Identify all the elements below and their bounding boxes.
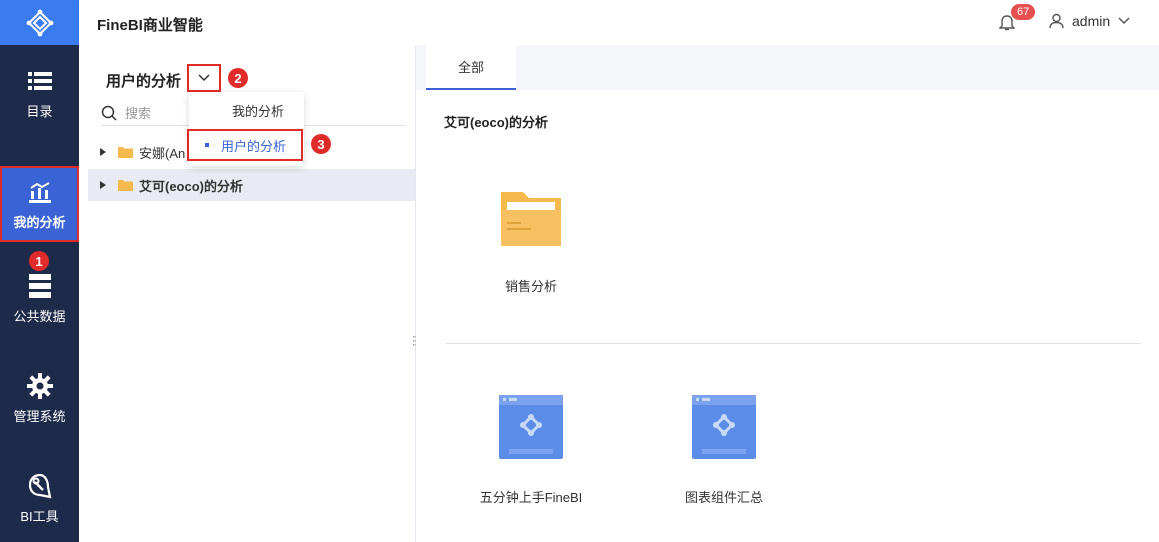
- step-marker-2: 2: [228, 68, 248, 88]
- analysis-scope-menu: 我的分析 用户的分析: [187, 92, 304, 166]
- chevron-down-icon: [198, 74, 210, 82]
- nav-item-label: BI工具: [20, 508, 59, 524]
- tree-item-label: 艾可(eoco)的分析: [139, 178, 244, 194]
- finebi-logo-icon[interactable]: [0, 0, 79, 45]
- folder-card-sales-analysis[interactable]: 销售分析: [456, 188, 606, 295]
- dashboard-card-finebi-quickstart[interactable]: 五分钟上手FineBI: [456, 395, 606, 506]
- list-icon: [27, 67, 52, 95]
- database-icon: [28, 272, 51, 300]
- analysis-chart-icon: [28, 178, 52, 206]
- panel-title: 用户的分析: [106, 73, 182, 90]
- nav-item-label: 管理系统: [13, 408, 66, 424]
- card-label: 销售分析: [504, 279, 557, 294]
- tree-item-label: 安娜(An: [139, 145, 186, 161]
- left-nav: 目录 我的分析 公共数据 管理系统 BI工具: [0, 0, 79, 542]
- section-title: 艾可(eoco)的分析: [444, 115, 549, 130]
- nav-item-public-data[interactable]: 公共数据: [0, 260, 79, 336]
- expand-arrow-icon[interactable]: [94, 181, 112, 189]
- panel-dropdown-toggle[interactable]: [187, 64, 221, 92]
- nav-item-label: 目录: [26, 103, 53, 119]
- dashboard-card-chart-components[interactable]: 图表组件汇总: [649, 395, 799, 506]
- user-icon: [1049, 13, 1064, 29]
- main-content: 全部 艾可(eoco)的分析 销售分析 五分钟上手FineBI 图表组件汇总: [416, 45, 1159, 542]
- chevron-down-icon: [1118, 17, 1130, 25]
- nav-item-my-analysis[interactable]: 我的分析: [0, 166, 79, 242]
- dashboard-thumbnail-icon: [692, 395, 756, 459]
- user-name: admin: [1072, 13, 1111, 29]
- selected-dot-icon: [205, 143, 209, 147]
- nav-item-catalog[interactable]: 目录: [0, 55, 79, 131]
- card-label: 五分钟上手FineBI: [479, 490, 583, 505]
- tools-icon: [28, 472, 52, 500]
- user-menu[interactable]: admin: [1049, 13, 1130, 29]
- dashboard-thumbnail-icon: [499, 395, 563, 459]
- section-divider: [446, 343, 1141, 344]
- card-label: 图表组件汇总: [684, 490, 763, 505]
- nav-item-admin-system[interactable]: 管理系统: [0, 360, 79, 436]
- search-icon: [101, 105, 117, 121]
- notification-badge: 67: [1011, 4, 1036, 20]
- nav-item-label: 我的分析: [13, 214, 66, 230]
- nav-item-bi-tools[interactable]: BI工具: [0, 460, 79, 536]
- search-placeholder: 搜索: [125, 106, 152, 121]
- step-marker-1: 1: [29, 251, 49, 271]
- folder-icon: [501, 192, 561, 246]
- tree-item-eoco[interactable]: 艾可(eoco)的分析: [88, 169, 415, 201]
- menu-item-user-analysis[interactable]: 用户的分析: [187, 129, 303, 161]
- app-title: FineBI商业智能: [97, 17, 203, 34]
- step-marker-3: 3: [311, 134, 331, 154]
- expand-arrow-icon[interactable]: [94, 148, 112, 156]
- menu-item-my-analysis[interactable]: 我的分析: [189, 94, 304, 126]
- nav-item-label: 公共数据: [13, 308, 66, 324]
- folder-icon: [118, 179, 133, 191]
- tab-all[interactable]: 全部: [426, 45, 516, 90]
- top-header: FineBI商业智能 67 admin: [79, 0, 1159, 45]
- tab-bar: 全部: [416, 45, 1159, 90]
- folder-icon: [118, 146, 133, 158]
- menu-item-label: 用户的分析: [221, 138, 287, 154]
- gear-icon: [26, 372, 53, 400]
